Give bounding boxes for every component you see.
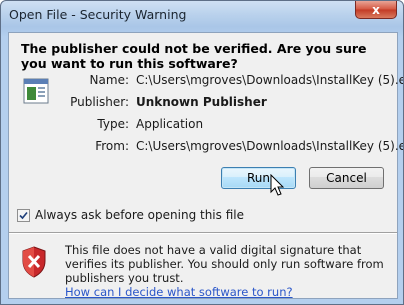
close-icon: x (372, 2, 380, 17)
always-ask-checkbox[interactable] (17, 208, 30, 222)
always-ask-option[interactable]: Always ask before opening this file (17, 208, 244, 222)
type-value: Application (136, 117, 204, 131)
checkmark-icon (19, 211, 28, 219)
security-shield-error-icon (22, 246, 46, 278)
headline: The publisher could not be verified. Are… (21, 41, 367, 71)
from-label: From: (95, 139, 129, 153)
warning-text: This file does not have a valid digital … (65, 243, 384, 285)
mouse-pointer-icon (270, 174, 285, 196)
security-warning-dialog: Open File - Security Warning x The publi… (0, 0, 404, 305)
type-label: Type: (97, 117, 129, 131)
help-link[interactable]: How can I decide what software to run? (65, 285, 293, 299)
warning-panel: This file does not have a valid digital … (9, 234, 397, 299)
always-ask-label: Always ask before opening this file (35, 208, 244, 222)
cancel-button[interactable]: Cancel (309, 167, 384, 189)
application-file-icon (23, 78, 49, 104)
window-title: Open File - Security Warning (9, 7, 187, 22)
name-label: Name: (89, 73, 129, 87)
publisher-label: Publisher: (70, 95, 129, 109)
from-value: C:\Users\mgroves\Downloads\InstallKey (5… (136, 139, 404, 153)
dialog-body: The publisher could not be verified. Are… (8, 32, 403, 299)
name-value: C:\Users\mgroves\Downloads\InstallKey (5… (136, 73, 404, 87)
warning-message: This file does not have a valid digital … (65, 243, 385, 299)
publisher-value: Unknown Publisher (136, 95, 267, 109)
close-button[interactable]: x (355, 1, 397, 19)
